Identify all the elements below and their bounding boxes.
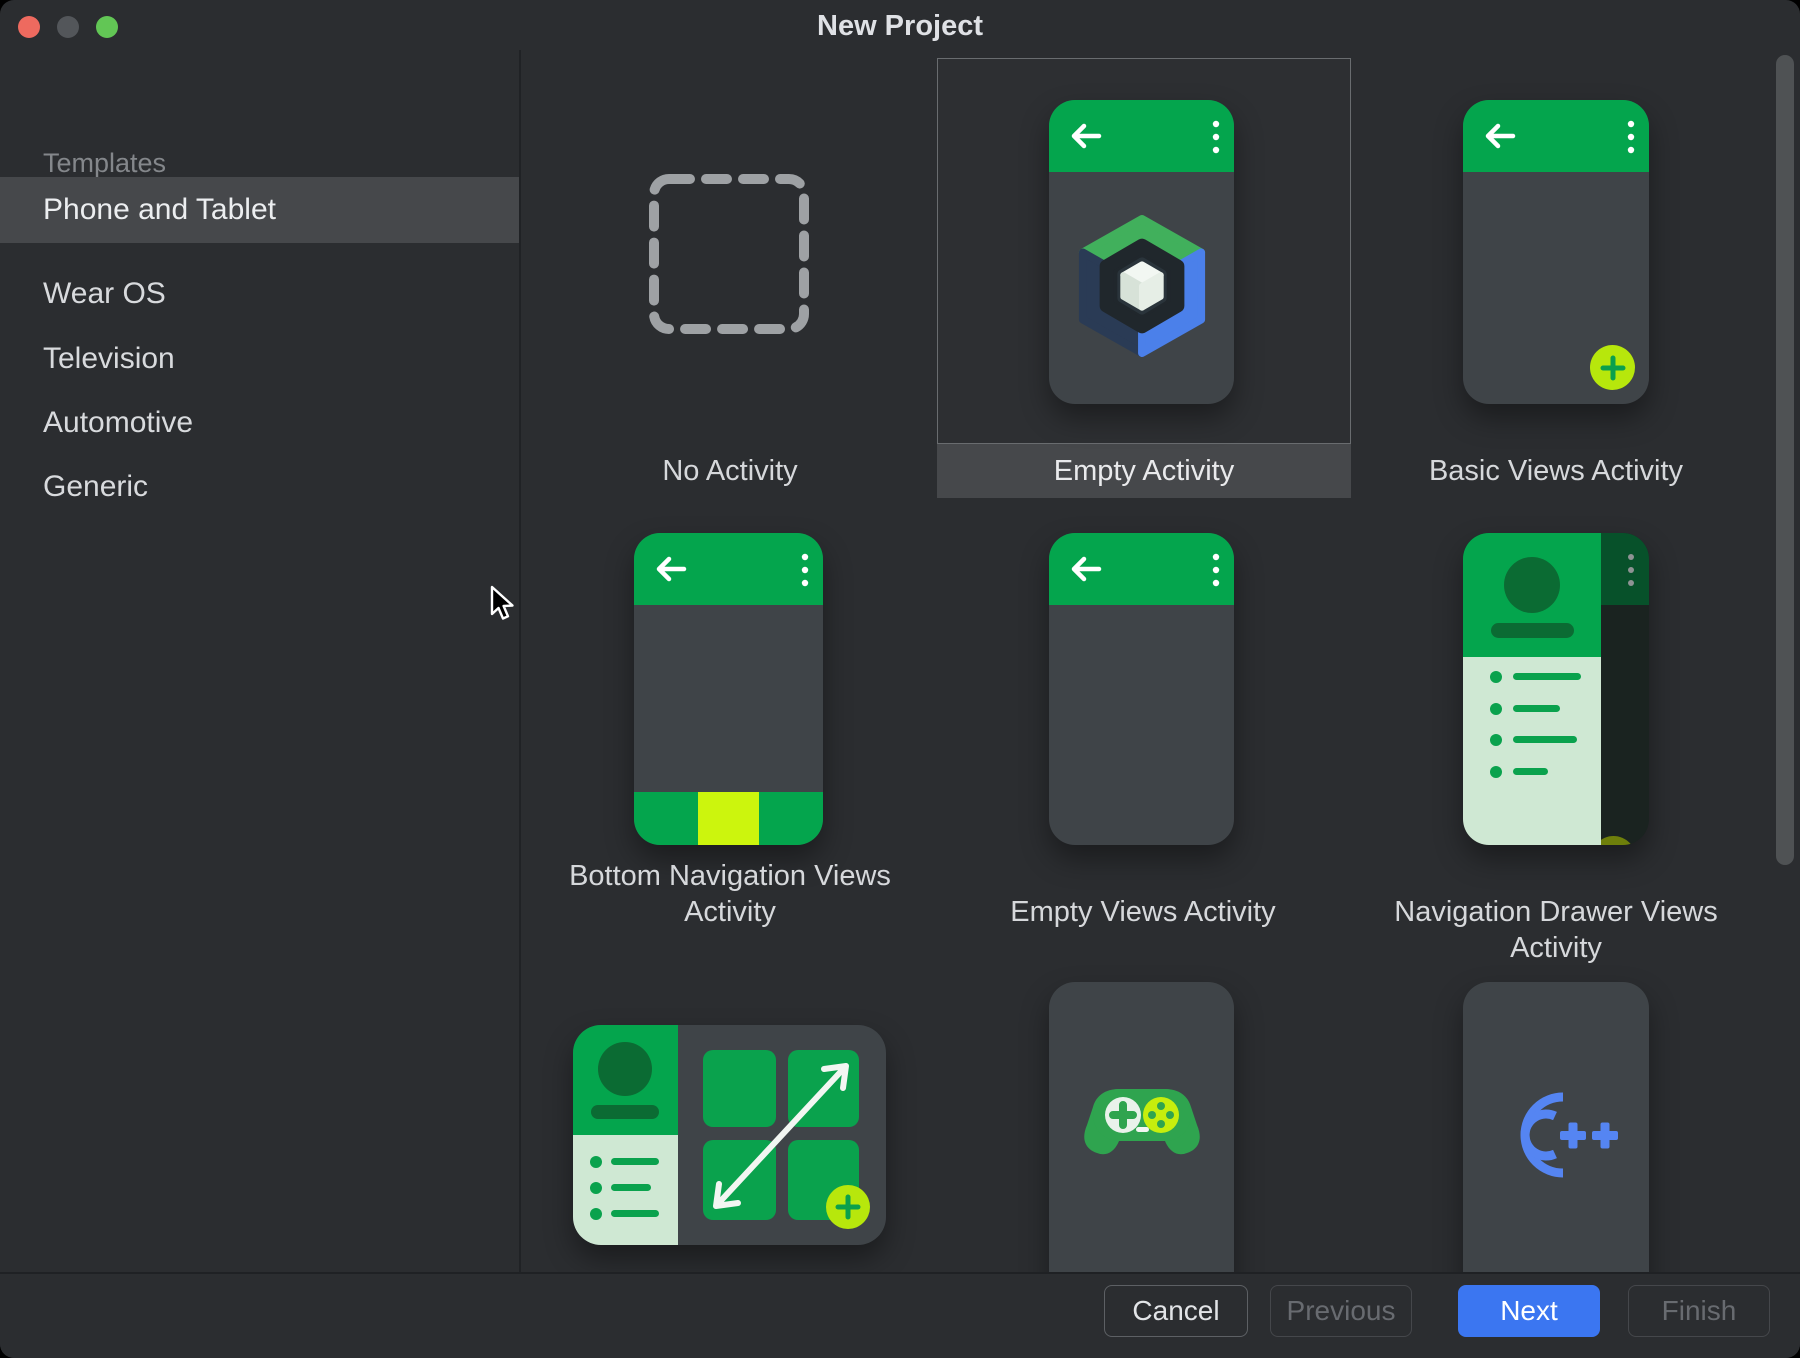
card-label: Empty Views Activity: [936, 894, 1350, 930]
phone-mockup: [1049, 100, 1234, 404]
templates-sidebar: Templates Phone and Tablet Wear OS Telev…: [0, 50, 521, 1272]
back-arrow-icon: [1069, 123, 1103, 149]
cpp-logo-icon: [1493, 1087, 1623, 1183]
mouse-cursor: [489, 585, 519, 623]
app-toolbar: [1049, 100, 1234, 172]
bottom-nav-selected-tab: [698, 792, 758, 845]
template-card-empty-activity[interactable]: Empty Activity: [937, 58, 1351, 498]
card-label: Basic Views Activity: [1349, 453, 1763, 489]
bottom-nav-bar: [634, 792, 823, 845]
new-project-dialog: New Project Templates Phone and Tablet W…: [0, 0, 1800, 1358]
phone-mockup: [1463, 982, 1649, 1272]
kebab-menu-icon: [801, 552, 809, 588]
finish-button[interactable]: Finish: [1628, 1285, 1770, 1337]
cancel-button[interactable]: Cancel: [1104, 1285, 1248, 1337]
app-toolbar: [634, 533, 823, 605]
vertical-scrollbar-thumb[interactable]: [1776, 55, 1794, 865]
sidebar-item-wear-os[interactable]: Wear OS: [0, 264, 519, 330]
phone-mockup: [634, 533, 823, 845]
phone-mockup: [1049, 982, 1234, 1272]
back-arrow-icon: [1069, 556, 1103, 582]
previous-button[interactable]: Previous: [1270, 1285, 1412, 1337]
fab-plus-icon: [826, 1185, 870, 1229]
list-pane-header: [573, 1025, 678, 1135]
list-pane-items: [573, 1135, 678, 1245]
sidebar-item-television[interactable]: Television: [0, 326, 519, 392]
next-button[interactable]: Next: [1458, 1285, 1600, 1337]
sidebar-item-generic[interactable]: Generic: [0, 454, 519, 520]
kebab-menu-icon: [1212, 552, 1220, 588]
drawer-menu-items: [1463, 657, 1601, 845]
dashed-placeholder-icon: [645, 170, 813, 338]
app-toolbar: [1049, 533, 1234, 605]
back-arrow-icon: [654, 556, 688, 582]
card-label: No Activity: [523, 453, 937, 489]
sidebar-header: Templates: [43, 148, 166, 179]
avatar: [1463, 533, 1601, 657]
fab-plus-icon: [1590, 345, 1635, 390]
template-card-primary-detail-views-flow[interactable]: [573, 1025, 886, 1245]
app-toolbar: [1463, 100, 1649, 172]
kebab-menu-icon: [1212, 119, 1220, 155]
back-arrow-icon: [1483, 123, 1517, 149]
card-label: Bottom Navigation Views Activity: [523, 858, 937, 930]
dialog-footer: Cancel Previous Next Finish: [0, 1272, 1800, 1358]
phone-mockup: [1463, 100, 1649, 404]
jetpack-compose-logo: [1073, 210, 1211, 362]
phone-mockup: [1049, 533, 1234, 845]
avatar: [573, 1025, 678, 1135]
sidebar-item-phone-and-tablet[interactable]: Phone and Tablet: [0, 177, 519, 243]
card-label-selected: Empty Activity: [937, 444, 1351, 498]
sidebar-item-automotive[interactable]: Automotive: [0, 390, 519, 456]
template-gallery: No Activity: [523, 50, 1776, 1272]
phone-mockup: [1463, 533, 1649, 845]
drawer-header: [1463, 533, 1601, 657]
drawer-menu: [1463, 657, 1601, 845]
game-controller-icon: [1079, 1087, 1205, 1173]
window-title: New Project: [0, 0, 1800, 50]
kebab-menu-icon: [1627, 119, 1635, 155]
empty-activity-thumbnail: [937, 58, 1351, 444]
kebab-menu-icon: [1627, 552, 1635, 588]
nav-drawer-panel: [1463, 533, 1601, 845]
title-bar: New Project: [0, 0, 1800, 50]
card-label: Navigation Drawer Views Activity: [1349, 894, 1763, 966]
